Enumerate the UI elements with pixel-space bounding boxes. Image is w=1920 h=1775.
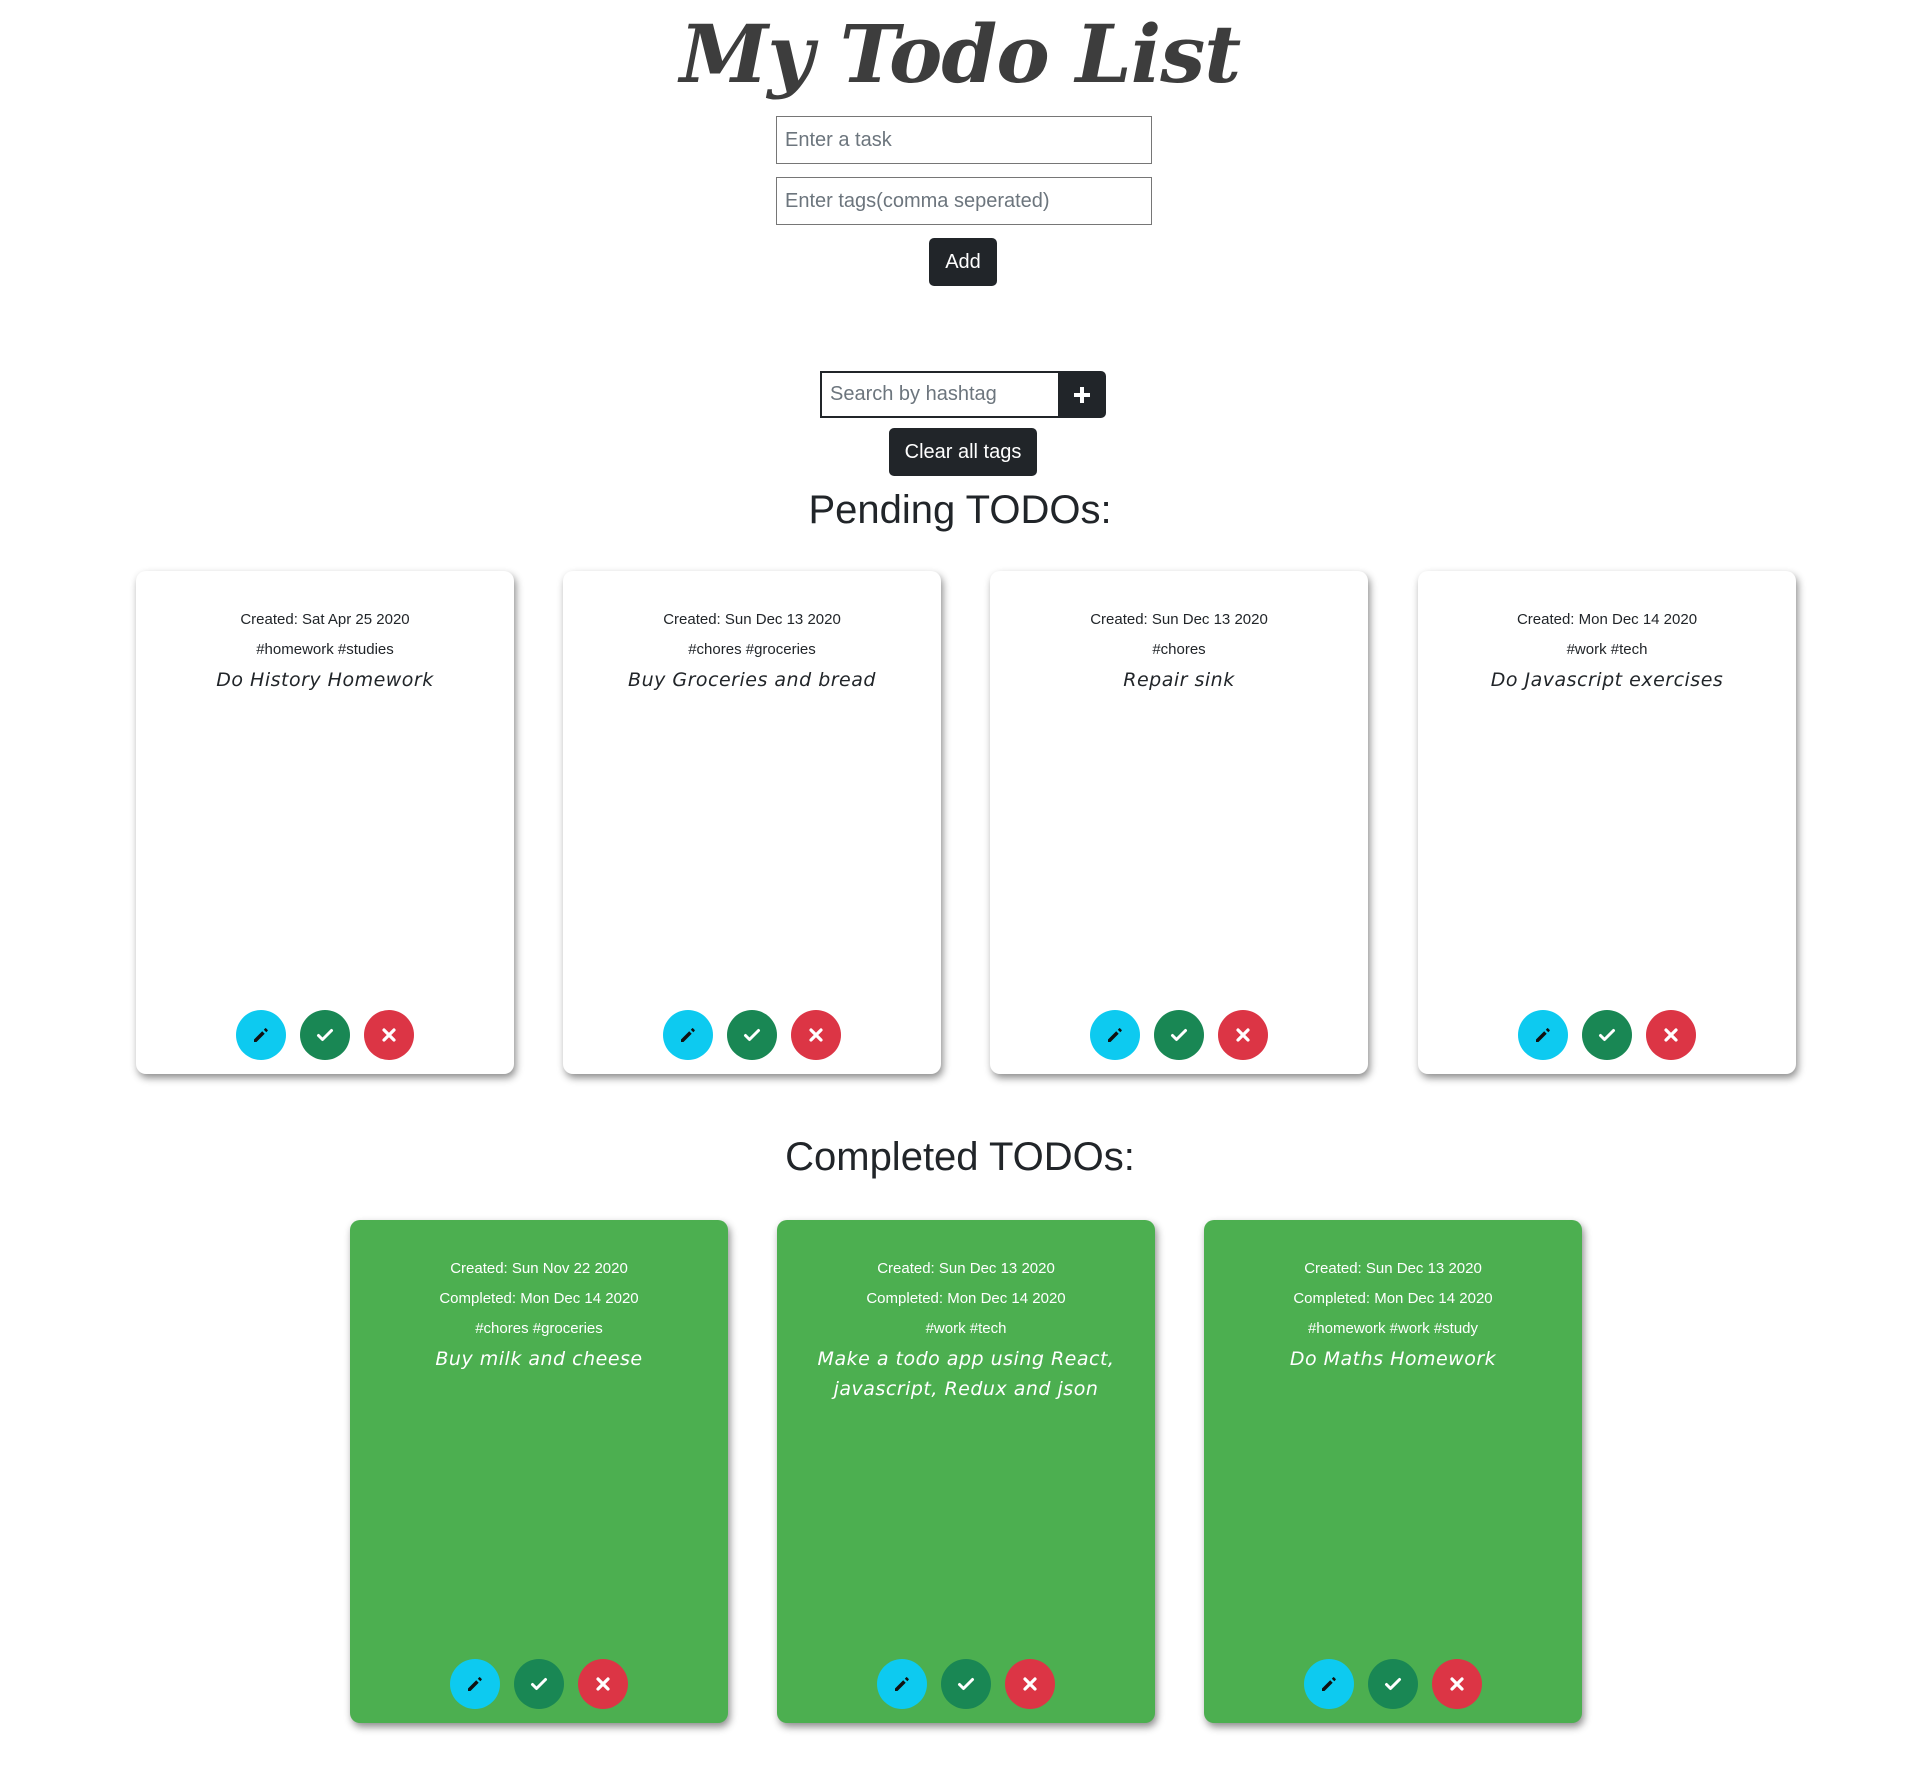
pending-todo-card: Created: Sun Dec 13 2020 #chores Repair … [990,571,1368,1074]
completed-todo-card: Created: Sun Nov 22 2020 Completed: Mon … [350,1220,728,1723]
completed-heading: Completed TODOs: [785,1135,1135,1179]
check-icon [957,1675,975,1693]
created-date: Created: Sun Nov 22 2020 [450,1260,628,1277]
complete-button[interactable] [1368,1659,1418,1709]
plus-icon [1073,378,1091,412]
pending-todo-card: Created: Sat Apr 25 2020 #homework #stud… [136,571,514,1074]
edit-button[interactable] [236,1010,286,1060]
check-icon [1170,1026,1188,1044]
pencil-icon [679,1026,697,1044]
task-input[interactable] [776,116,1152,164]
check-icon [316,1026,334,1044]
completed-date: Completed: Mon Dec 14 2020 [1293,1290,1493,1307]
todo-text: Do Javascript exercises [1490,669,1724,691]
created-date: Created: Sat Apr 25 2020 [240,611,410,628]
pencil-icon [1534,1026,1552,1044]
delete-button[interactable] [791,1010,841,1060]
delete-button[interactable] [1432,1659,1482,1709]
todo-tags: #homework #studies [256,641,394,658]
clear-all-tags-button[interactable]: Clear all tags [889,428,1037,476]
delete-button[interactable] [1646,1010,1696,1060]
add-task-button[interactable]: Add [929,238,997,286]
edit-button[interactable] [877,1659,927,1709]
todo-tags: #chores #groceries [475,1320,603,1337]
hashtag-search-input[interactable] [820,371,1060,418]
complete-button[interactable] [1582,1010,1632,1060]
check-icon [1384,1675,1402,1693]
edit-button[interactable] [1304,1659,1354,1709]
complete-button[interactable] [1154,1010,1204,1060]
todo-text: Do History Homework [216,669,434,691]
complete-button[interactable] [941,1659,991,1709]
created-date: Created: Mon Dec 14 2020 [1516,611,1698,628]
close-icon [1449,1676,1465,1692]
add-hashtag-filter-button[interactable] [1058,371,1106,418]
close-icon [1235,1027,1251,1043]
edit-button[interactable] [663,1010,713,1060]
pending-todo-card: Created: Mon Dec 14 2020 #work #tech Do … [1418,571,1796,1074]
todo-tags: #work #tech [925,1320,1007,1337]
pending-heading: Pending TODOs: [808,488,1112,532]
delete-button[interactable] [1218,1010,1268,1060]
pending-todo-card: Created: Sun Dec 13 2020 #chores #grocer… [563,571,941,1074]
close-icon [808,1027,824,1043]
delete-button[interactable] [578,1659,628,1709]
todo-text: Buy milk and cheese [435,1348,643,1370]
tags-input[interactable] [776,177,1152,225]
completed-date: Completed: Mon Dec 14 2020 [866,1290,1066,1307]
todo-tags: #homework #work #study [1307,1320,1479,1337]
created-date: Created: Sun Dec 13 2020 [1090,611,1268,628]
complete-button[interactable] [727,1010,777,1060]
todo-text: Do Maths Homework [1289,1348,1497,1370]
delete-button[interactable] [1005,1659,1055,1709]
pencil-icon [252,1026,270,1044]
created-date: Created: Sun Dec 13 2020 [877,1260,1055,1277]
todo-text: Make a todo app using React, javascript,… [817,1348,1115,1400]
todo-tags: #work #tech [1566,641,1648,658]
check-icon [743,1026,761,1044]
todo-text: Repair sink [1123,669,1235,691]
todo-app: My Todo List Add Clear all tags Pending … [0,0,1920,1775]
complete-button[interactable] [514,1659,564,1709]
check-icon [530,1675,548,1693]
edit-button[interactable] [1518,1010,1568,1060]
todo-text: Buy Groceries and bread [628,669,876,691]
todo-tags: #chores [1152,641,1206,658]
completed-date: Completed: Mon Dec 14 2020 [439,1290,639,1307]
close-icon [1022,1676,1038,1692]
created-date: Created: Sun Dec 13 2020 [663,611,841,628]
edit-button[interactable] [1090,1010,1140,1060]
pencil-icon [1320,1675,1338,1693]
close-icon [381,1027,397,1043]
edit-button[interactable] [450,1659,500,1709]
created-date: Created: Sun Dec 13 2020 [1304,1260,1482,1277]
pencil-icon [466,1675,484,1693]
close-icon [595,1676,611,1692]
pencil-icon [893,1675,911,1693]
app-title: My Todo List [679,7,1241,101]
close-icon [1663,1027,1679,1043]
completed-todo-card: Created: Sun Dec 13 2020 Completed: Mon … [1204,1220,1582,1723]
todo-tags: #chores #groceries [688,641,816,658]
completed-todo-card: Created: Sun Dec 13 2020 Completed: Mon … [777,1220,1155,1723]
delete-button[interactable] [364,1010,414,1060]
pencil-icon [1106,1026,1124,1044]
check-icon [1598,1026,1616,1044]
complete-button[interactable] [300,1010,350,1060]
